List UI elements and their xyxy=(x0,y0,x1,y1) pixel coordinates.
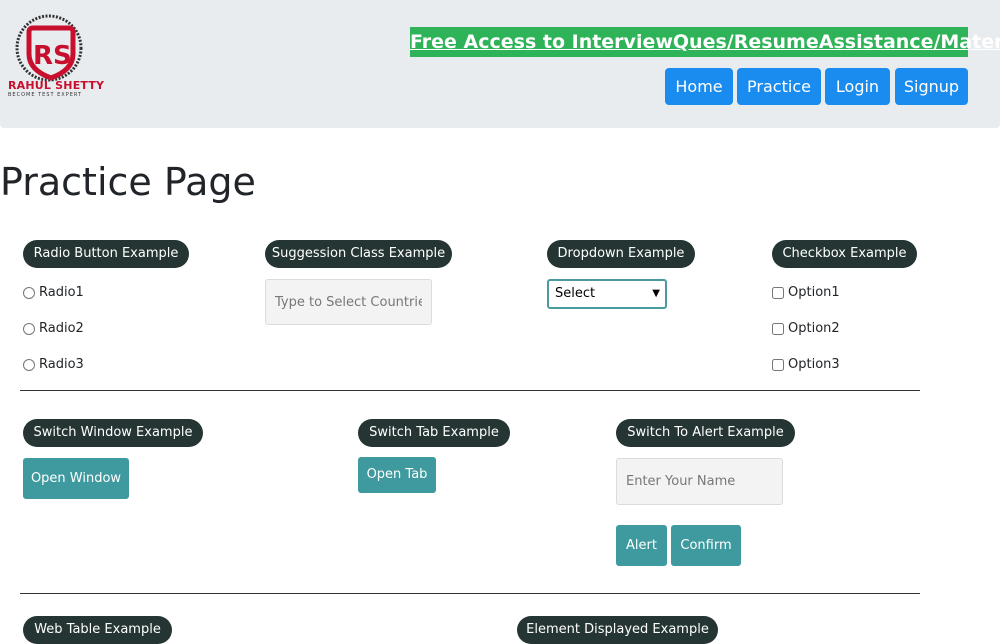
radio-button-2[interactable] xyxy=(23,322,35,335)
logo-text: RAHUL SHETTY xyxy=(8,79,105,92)
nav-home-button[interactable]: Home xyxy=(665,68,733,105)
checkbox-option-2[interactable]: Option2 xyxy=(772,321,840,336)
section-divider xyxy=(20,593,920,594)
web-table-legend: Web Table Example xyxy=(23,616,172,644)
checkbox-option-3[interactable]: Option3 xyxy=(772,357,840,372)
element-displayed-legend: Element Displayed Example xyxy=(517,616,718,644)
free-access-link[interactable]: Free Access to InterviewQues/ResumeAssis… xyxy=(410,27,1000,57)
svg-text:RS: RS xyxy=(33,41,72,71)
radio-option-3[interactable]: Radio3 xyxy=(23,357,84,372)
autocomplete-input[interactable] xyxy=(265,279,432,325)
nav-login-button[interactable]: Login xyxy=(825,68,890,105)
dropdown-select[interactable]: Select ▼ xyxy=(547,279,667,309)
radio-option-2[interactable]: Radio2 xyxy=(23,321,84,336)
checkbox-3[interactable] xyxy=(772,358,784,371)
switch-window-legend: Switch Window Example xyxy=(23,419,203,447)
confirm-button[interactable]: Confirm xyxy=(671,525,741,566)
checkbox-2[interactable] xyxy=(772,322,784,335)
radio-button-3[interactable] xyxy=(23,358,35,371)
chevron-down-icon: ▼ xyxy=(652,288,660,299)
alert-button[interactable]: Alert xyxy=(616,525,667,566)
checkbox-1[interactable] xyxy=(772,286,784,299)
open-window-button[interactable]: Open Window xyxy=(23,458,129,499)
open-tab-button[interactable]: Open Tab xyxy=(358,457,436,493)
radio-button-1[interactable] xyxy=(23,286,35,299)
nav-signup-button[interactable]: Signup xyxy=(895,68,968,105)
logo-subtext: BECOME TEST EXPERT xyxy=(8,92,83,98)
page-title: Practice Page xyxy=(0,160,256,204)
nav-practice-button[interactable]: Practice xyxy=(737,68,821,105)
name-input[interactable] xyxy=(616,458,783,505)
dropdown-selected-value: Select xyxy=(555,286,596,301)
dropdown-legend: Dropdown Example xyxy=(547,240,695,268)
switch-alert-legend: Switch To Alert Example xyxy=(616,419,795,447)
suggestion-legend: Suggession Class Example xyxy=(265,240,452,268)
site-header: RS RAHUL SHETTY BECOME TEST EXPERT Free … xyxy=(0,0,1000,128)
checkbox-option-1[interactable]: Option1 xyxy=(772,285,840,300)
radio-legend: Radio Button Example xyxy=(23,240,189,268)
switch-tab-legend: Switch Tab Example xyxy=(358,419,510,447)
radio-option-1[interactable]: Radio1 xyxy=(23,285,84,300)
checkbox-legend: Checkbox Example xyxy=(772,240,917,268)
section-divider xyxy=(20,390,920,391)
